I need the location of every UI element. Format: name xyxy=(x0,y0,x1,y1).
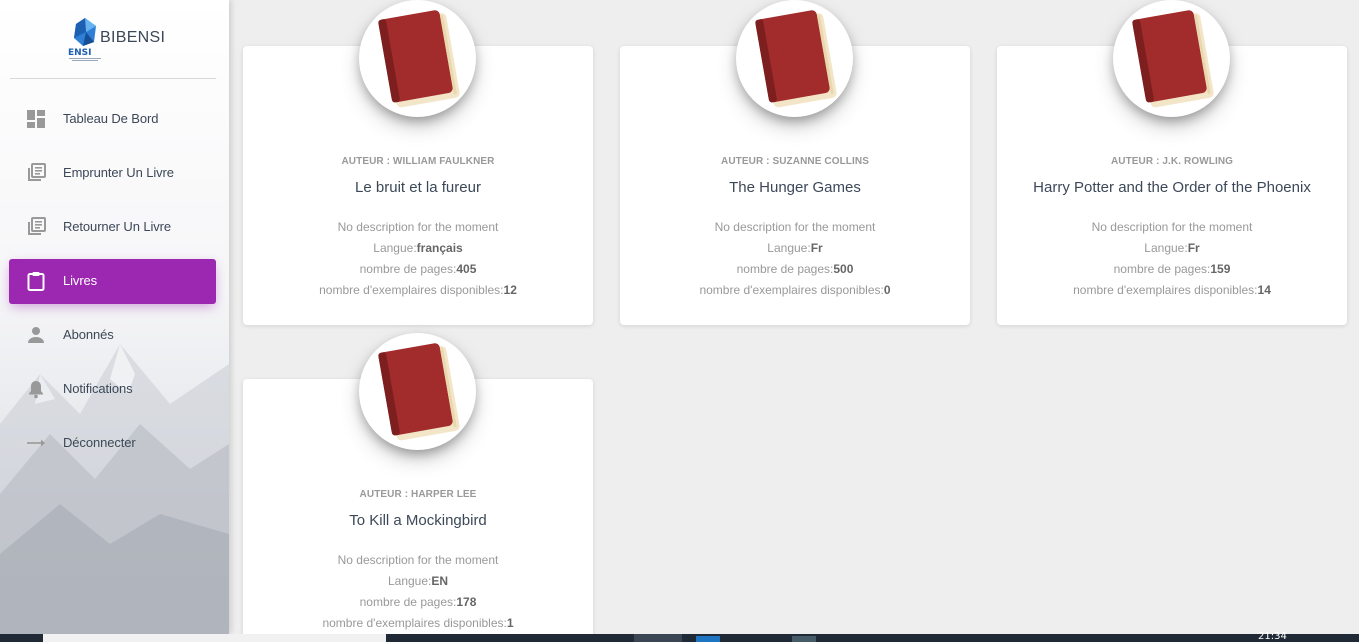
book-pages: nombre de pages:159 xyxy=(997,259,1347,280)
sidebar-item-retourner-un-livre[interactable]: Retourner Un Livre xyxy=(9,205,216,250)
book-language: Langue:EN xyxy=(243,571,593,592)
book-author: AUTEUR : J.K. ROWLING xyxy=(1110,156,1234,167)
taskbar-app-icon[interactable] xyxy=(696,636,720,642)
book-cover-image xyxy=(359,0,476,117)
book-icon xyxy=(1132,10,1214,108)
book-author: AUTEUR : SUZANNE COLLINS xyxy=(721,156,869,167)
copies-value: 1 xyxy=(506,616,514,630)
book-title: The Hunger Games xyxy=(729,179,861,196)
book-details: No description for the moment Langue:EN … xyxy=(243,550,593,634)
pages-label: nombre de pages: xyxy=(1113,262,1211,276)
book-description: No description for the moment xyxy=(337,553,499,567)
pages-label: nombre de pages: xyxy=(359,595,457,609)
book-details: No description for the moment Langue:Fr … xyxy=(620,217,970,301)
taskbar-active-app[interactable] xyxy=(634,634,682,642)
language-label: Langue: xyxy=(387,574,432,588)
book-description: No description for the moment xyxy=(1091,220,1253,234)
dashboard-icon xyxy=(25,108,47,130)
divider xyxy=(10,78,216,79)
book-card[interactable]: AUTEUR : WILLIAM FAULKNER Le bruit et la… xyxy=(243,0,593,325)
taskbar-search-box[interactable] xyxy=(43,634,386,642)
sidebar-item-label: Emprunter Un Livre xyxy=(63,165,174,180)
ensi-logo: ENSI xyxy=(68,18,101,61)
book-language: Langue:Fr xyxy=(997,238,1347,259)
book-author: AUTEUR : WILLIAM FAULKNER xyxy=(341,156,495,167)
copies-label: nombre d'exemplaires disponibles: xyxy=(1073,283,1258,297)
sidebar-item-tableau-de-bord[interactable]: Tableau De Bord xyxy=(9,97,216,142)
book-title: Harry Potter and the Order of the Phoeni… xyxy=(1033,179,1311,196)
pages-value: 159 xyxy=(1210,262,1231,276)
book-pages: nombre de pages:178 xyxy=(243,592,593,613)
language-label: Langue: xyxy=(1144,241,1188,255)
sidebar-item-label: Retourner Un Livre xyxy=(63,219,172,234)
pages-label: nombre de pages: xyxy=(736,262,834,276)
copies-label: nombre d'exemplaires disponibles: xyxy=(322,616,507,630)
bell-icon xyxy=(25,378,47,400)
pages-value: 178 xyxy=(456,595,477,609)
book-language: Langue:français xyxy=(243,238,593,259)
os-taskbar: 21:34 xyxy=(0,631,1359,642)
book-copies: nombre d'exemplaires disponibles:1 xyxy=(243,613,593,634)
sidebar-item-notifications[interactable]: Notifications xyxy=(9,367,216,412)
language-label: Langue: xyxy=(373,241,417,255)
book-card[interactable]: AUTEUR : J.K. ROWLING Harry Potter and t… xyxy=(997,0,1347,325)
sidebar-item-label: Tableau De Bord xyxy=(63,111,159,126)
book-cover-image xyxy=(359,333,476,450)
arrow-right-icon xyxy=(25,432,47,454)
copies-label: nombre d'exemplaires disponibles: xyxy=(319,283,504,297)
sidebar-item-label: Notifications xyxy=(63,381,133,396)
book-copies: nombre d'exemplaires disponibles:0 xyxy=(620,280,970,301)
language-value: Fr xyxy=(810,241,823,255)
pages-value: 500 xyxy=(833,262,854,276)
copies-value: 14 xyxy=(1257,283,1271,297)
book-icon xyxy=(378,343,460,441)
copies-value: 12 xyxy=(503,283,517,297)
copies-value: 0 xyxy=(883,283,891,297)
book-card[interactable]: AUTEUR : HARPER LEE To Kill a Mockingbir… xyxy=(243,333,593,639)
sidebar-item-abonnes[interactable]: Abonnés xyxy=(9,313,216,358)
sidebar-item-label: Déconnecter xyxy=(63,435,136,450)
pages-value: 405 xyxy=(456,262,477,276)
library-books-icon xyxy=(25,162,47,184)
book-icon xyxy=(378,10,460,108)
book-author: AUTEUR : HARPER LEE xyxy=(359,489,477,500)
sidebar: ENSI BIBENSI Tableau De Bord Emprunter U… xyxy=(0,0,229,634)
taskbar-app-icon[interactable] xyxy=(792,636,816,642)
book-copies: nombre d'exemplaires disponibles:12 xyxy=(243,280,593,301)
pages-label: nombre de pages: xyxy=(359,262,457,276)
book-cover-image xyxy=(1113,0,1230,117)
brand-name: BIBENSI xyxy=(100,29,166,46)
sidebar-item-label: Abonnés xyxy=(63,327,114,342)
book-pages: nombre de pages:500 xyxy=(620,259,970,280)
book-language: Langue:Fr xyxy=(620,238,970,259)
person-icon xyxy=(25,324,47,346)
language-value: Fr xyxy=(1187,241,1200,255)
library-books-icon xyxy=(25,216,47,238)
svg-text:ENSI: ENSI xyxy=(68,48,92,58)
sidebar-item-deconnecter[interactable]: Déconnecter xyxy=(9,421,216,466)
book-copies: nombre d'exemplaires disponibles:14 xyxy=(997,280,1347,301)
book-pages: nombre de pages:405 xyxy=(243,259,593,280)
book-details: No description for the moment Langue:fra… xyxy=(243,217,593,301)
book-title: To Kill a Mockingbird xyxy=(349,512,487,529)
language-value: EN xyxy=(431,574,449,588)
book-title: Le bruit et la fureur xyxy=(355,179,481,196)
sidebar-item-livres[interactable]: Livres xyxy=(9,259,216,304)
book-card[interactable]: AUTEUR : SUZANNE COLLINS The Hunger Game… xyxy=(620,0,970,325)
language-value: français xyxy=(416,241,463,255)
book-description: No description for the moment xyxy=(714,220,876,234)
language-label: Langue: xyxy=(767,241,811,255)
book-cover-image xyxy=(736,0,853,117)
book-description: No description for the moment xyxy=(337,220,499,234)
taskbar-clock[interactable]: 21:34 xyxy=(1258,631,1287,642)
brand[interactable]: ENSI BIBENSI xyxy=(0,14,229,64)
book-icon xyxy=(755,10,837,108)
sidebar-item-emprunter-un-livre[interactable]: Emprunter Un Livre xyxy=(9,151,216,196)
copies-label: nombre d'exemplaires disponibles: xyxy=(699,283,884,297)
clipboard-icon xyxy=(25,270,47,292)
book-details: No description for the moment Langue:Fr … xyxy=(997,217,1347,301)
sidebar-item-label: Livres xyxy=(63,273,98,288)
